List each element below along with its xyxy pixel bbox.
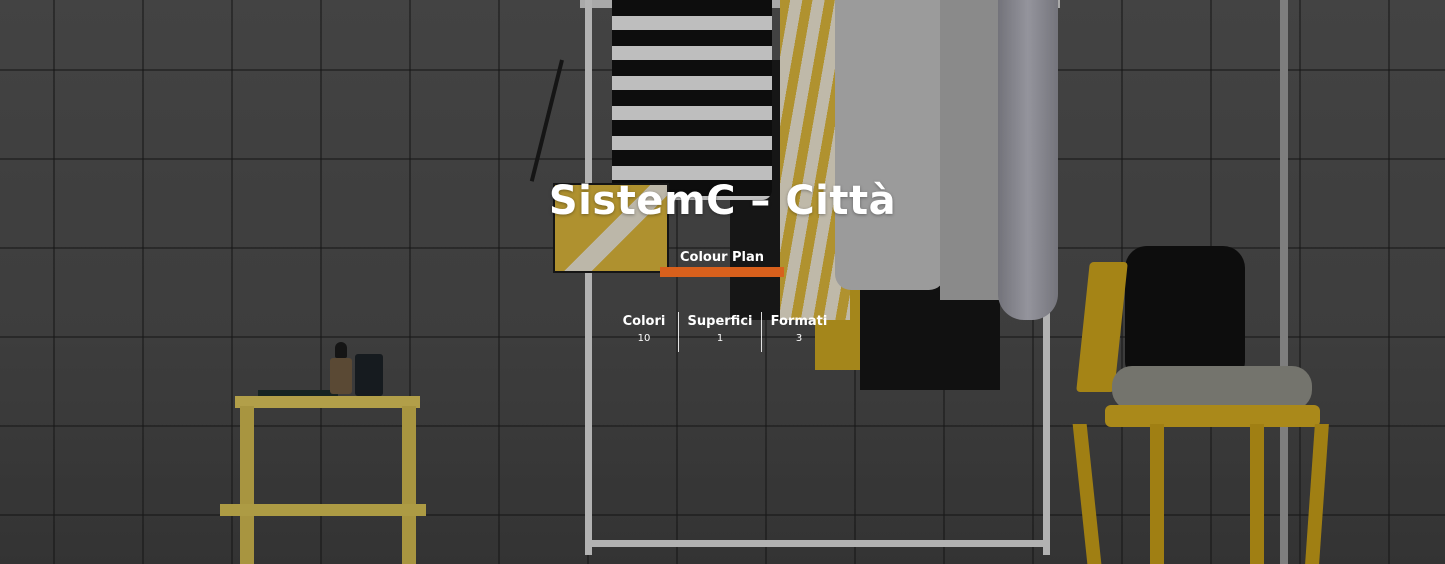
product-stats: Colori 10 Superfici 1 Formati 3 — [610, 312, 836, 352]
stat-value: 10 — [637, 333, 651, 344]
stat-superfici: Superfici 1 — [678, 312, 761, 352]
stat-value: 1 — [716, 333, 724, 344]
stat-colori: Colori 10 — [610, 312, 678, 352]
stat-value: 3 — [795, 333, 803, 344]
stat-formati: Formati 3 — [761, 312, 836, 352]
stat-label: Formati — [770, 314, 828, 329]
tab-active-indicator — [660, 267, 784, 277]
page-title: SistemC – Città — [548, 178, 897, 224]
stat-label: Colori — [622, 314, 666, 329]
hero-banner: SistemC – Città Colour Plan Colori 10 Su… — [0, 0, 1445, 564]
hero-content: SistemC – Città Colour Plan Colori 10 Su… — [0, 0, 1445, 564]
tab-colour-plan[interactable]: Colour Plan — [660, 248, 784, 268]
stat-label: Superfici — [687, 314, 753, 329]
